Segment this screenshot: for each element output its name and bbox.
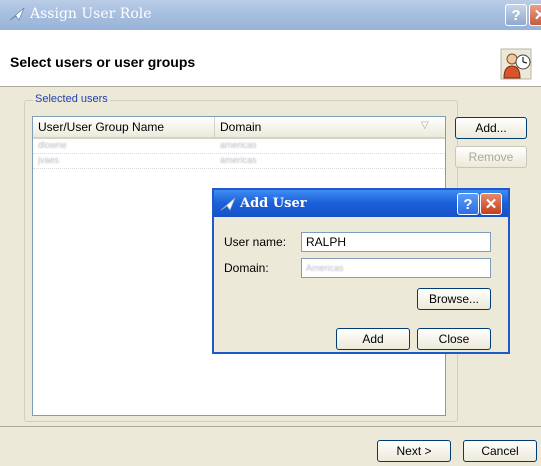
dialog-close-button[interactable]: Close xyxy=(417,328,491,350)
add-button[interactable]: Add... xyxy=(455,117,527,139)
domain-value: Americas xyxy=(306,263,344,273)
app-arrow-icon xyxy=(9,7,25,21)
list-header: User/User Group Name Domain ▽ xyxy=(33,117,445,139)
browse-button[interactable]: Browse... xyxy=(417,288,491,310)
wizard-header: Select users or user groups xyxy=(0,30,541,87)
page-heading: Select users or user groups xyxy=(10,54,196,70)
window-titlebar[interactable]: Assign User Role ? ✕ xyxy=(0,0,541,30)
row-user-name: dlowne xyxy=(38,140,67,150)
window-title: Assign User Role xyxy=(30,6,152,22)
dialog-close-x-button[interactable]: ✕ xyxy=(480,193,502,215)
user-clock-icon xyxy=(500,48,532,80)
table-row[interactable]: jvaes americas xyxy=(33,154,445,168)
add-user-dialog: Add User ? ✕ User name: RALPH Domain: Am… xyxy=(212,188,510,354)
column-header-name[interactable]: User/User Group Name xyxy=(33,117,215,137)
cancel-button[interactable]: Cancel xyxy=(463,440,537,462)
username-label: User name: xyxy=(224,235,287,249)
dialog-title: Add User xyxy=(240,196,307,211)
assign-user-role-window: Assign User Role ? ✕ Select users or use… xyxy=(0,0,541,466)
row-user-name: jvaes xyxy=(38,155,60,165)
dialog-titlebar[interactable]: Add User ? ✕ xyxy=(214,190,508,217)
dialog-help-button[interactable]: ? xyxy=(457,193,479,215)
next-button[interactable]: Next > xyxy=(377,440,451,462)
table-row[interactable]: dlowne americas xyxy=(33,139,445,153)
remove-button[interactable]: Remove xyxy=(455,146,527,168)
close-button[interactable]: ✕ xyxy=(529,4,541,26)
username-field[interactable]: RALPH xyxy=(301,232,491,252)
app-arrow-icon xyxy=(220,197,236,211)
domain-label: Domain: xyxy=(224,261,269,275)
footer-divider xyxy=(0,426,541,427)
dialog-add-button[interactable]: Add xyxy=(336,328,410,350)
row-divider xyxy=(33,168,445,169)
column-header-domain[interactable]: Domain xyxy=(215,117,445,137)
domain-field[interactable]: Americas xyxy=(301,258,491,278)
row-domain: americas xyxy=(220,155,257,165)
help-button[interactable]: ? xyxy=(505,4,527,26)
selected-users-label: Selected users xyxy=(33,93,110,105)
row-domain: americas xyxy=(220,140,257,150)
sort-down-icon: ▽ xyxy=(421,120,429,131)
